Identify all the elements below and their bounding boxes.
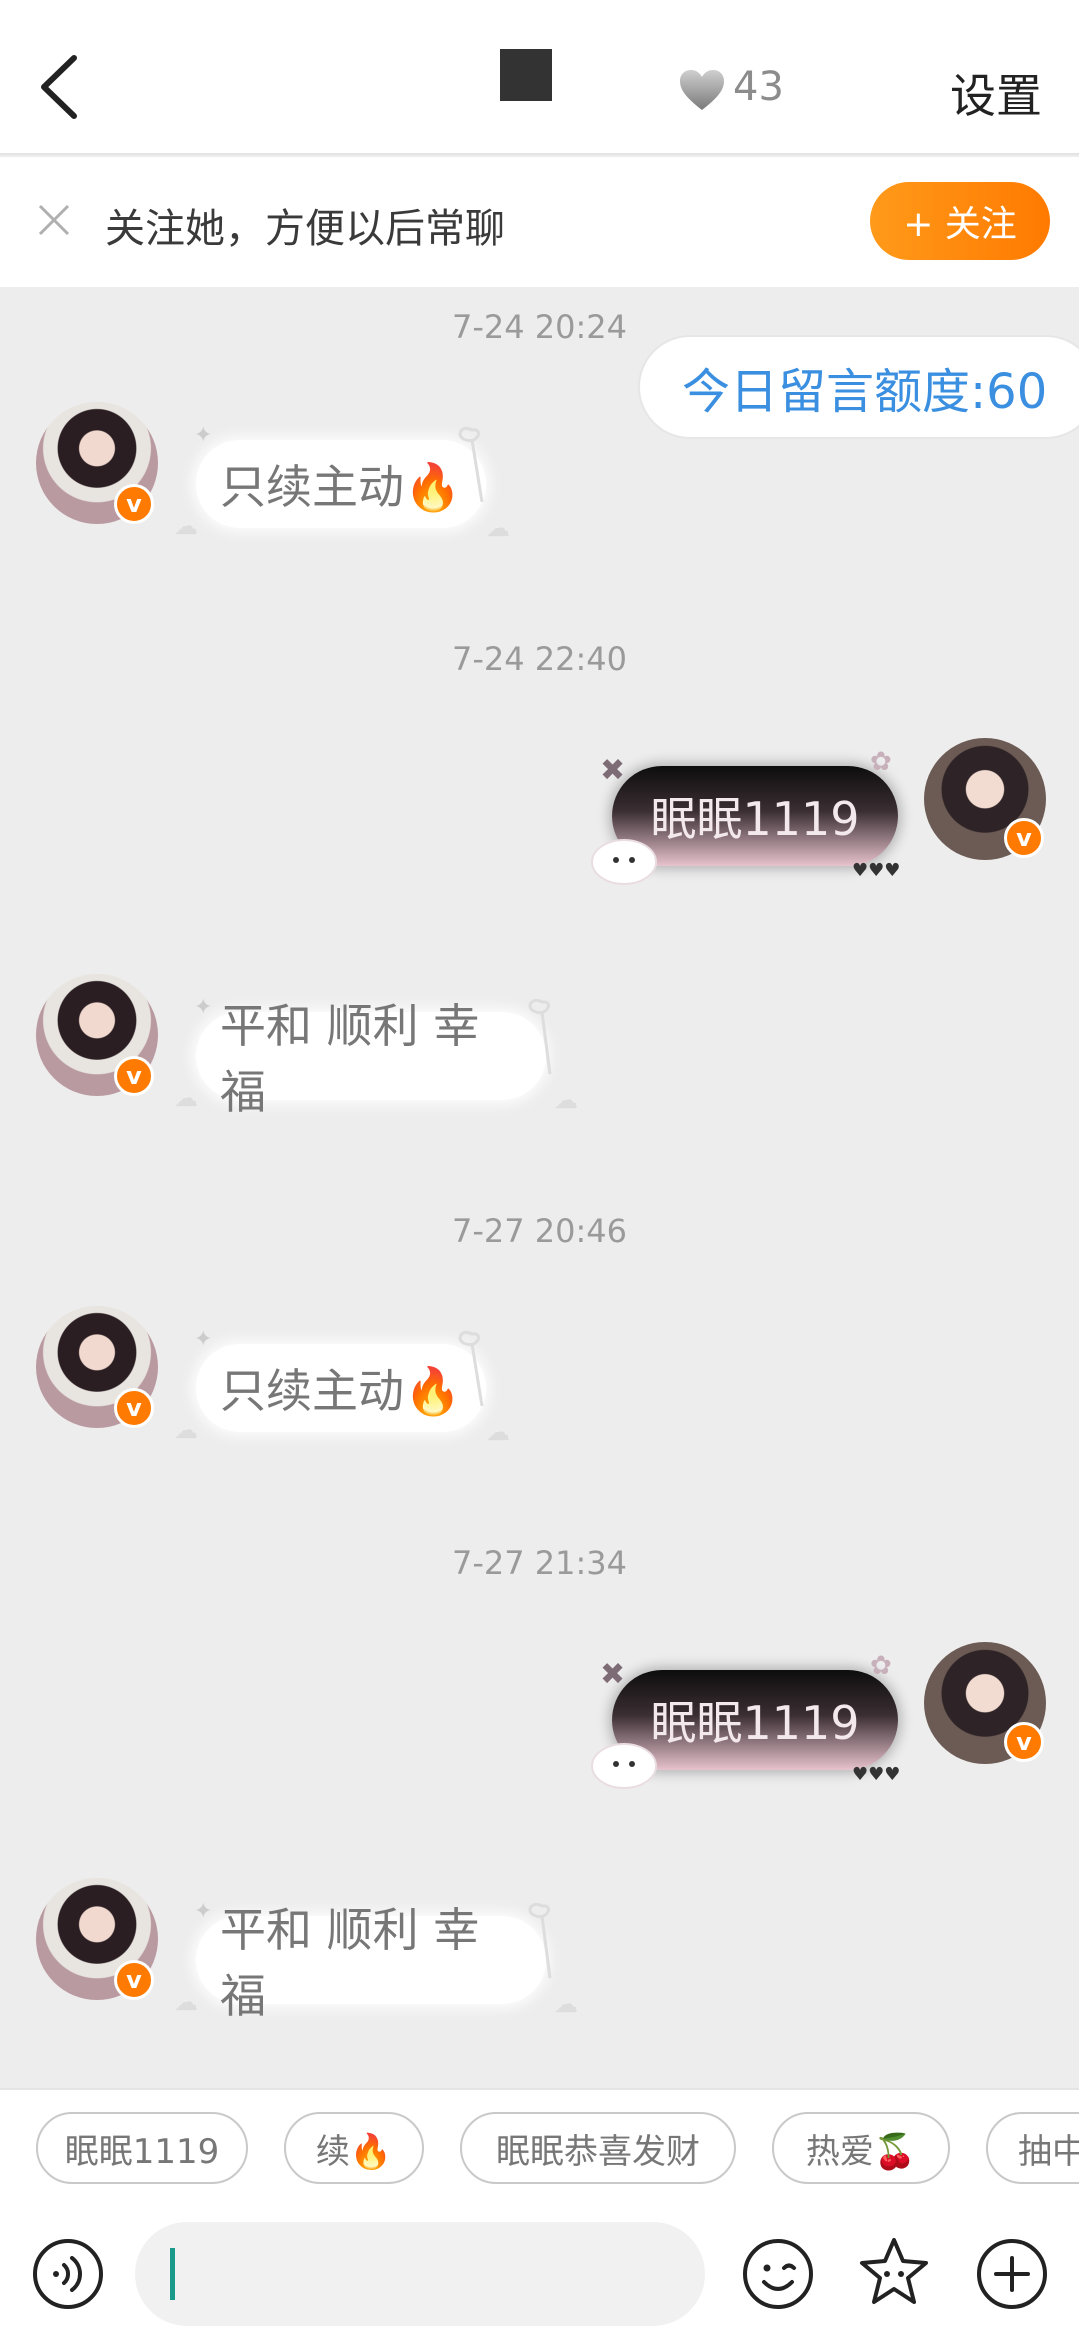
quick-reply-chip[interactable]: 续🔥 (284, 2112, 424, 2184)
heart-icon (680, 70, 724, 110)
text-cursor (170, 2248, 175, 2300)
cloud-decoration-icon: ✖ ✿ ♥♥♥ (591, 1651, 900, 1789)
quick-reply-chip[interactable]: 抽中 (986, 2112, 1079, 2184)
verified-badge: v (1004, 1722, 1044, 1762)
quick-reply-chip[interactable]: 眠眠1119 (36, 2112, 248, 2184)
verified-badge: v (114, 1056, 154, 1096)
verified-badge: v (114, 1388, 154, 1428)
svg-text:✖: ✖ (600, 1657, 625, 1692)
verified-badge: v (1004, 818, 1044, 858)
message-input[interactable] (135, 2222, 705, 2326)
verified-badge: v (114, 1960, 154, 2000)
plus-icon[interactable] (976, 2238, 1048, 2310)
star-sticker-icon[interactable] (858, 2236, 930, 2308)
settings-button[interactable]: 设置 (950, 60, 1042, 126)
quick-reply-bar: 眠眠1119 续🔥 眠眠恭喜发财 热爱🍒 抽中 (0, 2088, 1079, 2208)
message-quota-bubble: 今日留言额度:60 (638, 335, 1079, 439)
svg-text:☁: ☁ (554, 1990, 578, 2018)
svg-text:♥♥♥: ♥♥♥ (852, 1764, 900, 1785)
svg-text:☁: ☁ (174, 512, 198, 540)
svg-text:☁: ☁ (174, 1416, 198, 1444)
timestamp: 7-27 20:46 (451, 1212, 627, 1250)
close-icon[interactable] (36, 202, 72, 238)
svg-text:☁: ☁ (486, 514, 510, 542)
svg-text:✦: ✦ (194, 1327, 212, 1352)
emoji-icon[interactable] (742, 2238, 814, 2310)
svg-text:☁: ☁ (554, 1086, 578, 1114)
cloud-decoration-icon: ✖ ✿ ♥♥♥ (591, 747, 900, 885)
svg-text:✿: ✿ (870, 1651, 892, 1681)
sparkle-decoration-icon: ✦ ☁ ☁ (174, 423, 510, 542)
verified-badge: v (114, 484, 154, 524)
follow-prompt-text: 关注她，方便以后常聊 (105, 206, 505, 252)
svg-text:☁: ☁ (486, 1418, 510, 1446)
svg-text:✦: ✦ (194, 1899, 212, 1924)
follow-button[interactable]: + 关注 (870, 182, 1050, 260)
svg-text:✖: ✖ (600, 753, 625, 788)
title-placeholder-box (500, 49, 552, 101)
heart-count: 43 (733, 64, 784, 110)
svg-text:✿: ✿ (870, 747, 892, 777)
svg-text:☁: ☁ (174, 1084, 198, 1112)
timestamp: 7-27 21:34 (451, 1544, 627, 1582)
sparkle-decoration-icon: ✦ ☁ ☁ (174, 1899, 578, 2018)
timestamp: 7-24 22:40 (451, 640, 627, 678)
top-bar: 43 设置 (0, 0, 1079, 155)
sparkle-decoration-icon: ✦ ☁ ☁ (174, 995, 578, 1114)
svg-text:✦: ✦ (194, 995, 212, 1020)
chevron-left-icon[interactable] (30, 52, 90, 122)
quick-reply-chip[interactable]: 热爱🍒 (772, 2112, 950, 2184)
svg-text:✦: ✦ (194, 423, 212, 448)
quick-reply-chip[interactable]: 眠眠恭喜发财 (460, 2112, 736, 2184)
svg-text:♥♥♥: ♥♥♥ (852, 860, 900, 881)
sparkle-decoration-icon: ✦ ☁ ☁ (174, 1327, 510, 1446)
svg-text:☁: ☁ (174, 1988, 198, 2016)
voice-icon[interactable] (32, 2238, 104, 2310)
